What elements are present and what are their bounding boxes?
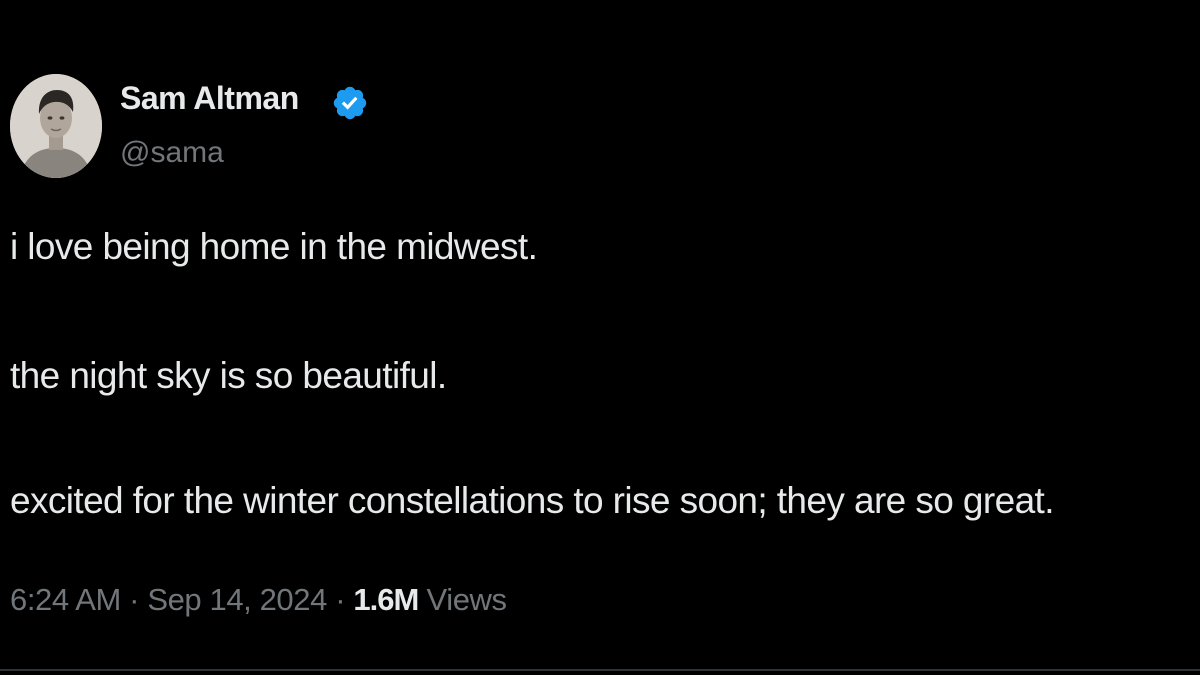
avatar-photo-icon	[10, 74, 102, 178]
tweet-meta: 6:24 AM · Sep 14, 2024 · 1.6M Views	[10, 582, 507, 618]
author-handle[interactable]: @sama	[120, 136, 224, 170]
meta-separator: ·	[335, 582, 346, 617]
tweet-text-line: i love being home in the midwest.	[10, 226, 538, 267]
tweet-time[interactable]: 6:24 AM	[10, 582, 121, 617]
views-label[interactable]: Views	[426, 582, 507, 617]
divider	[0, 669, 1200, 671]
tweet-text-line: the night sky is so beautiful.	[10, 355, 447, 396]
avatar[interactable]	[10, 74, 102, 178]
views-count[interactable]: 1.6M	[353, 582, 419, 617]
meta-separator: ·	[129, 582, 140, 617]
tweet-card: Sam Altman @sama i love being home in th…	[0, 0, 1200, 675]
tweet-date[interactable]: Sep 14, 2024	[147, 582, 327, 617]
author-name[interactable]: Sam Altman	[120, 80, 299, 117]
tweet-text-line: excited for the winter constellations to…	[10, 480, 1055, 521]
verified-badge-icon[interactable]	[331, 84, 369, 122]
